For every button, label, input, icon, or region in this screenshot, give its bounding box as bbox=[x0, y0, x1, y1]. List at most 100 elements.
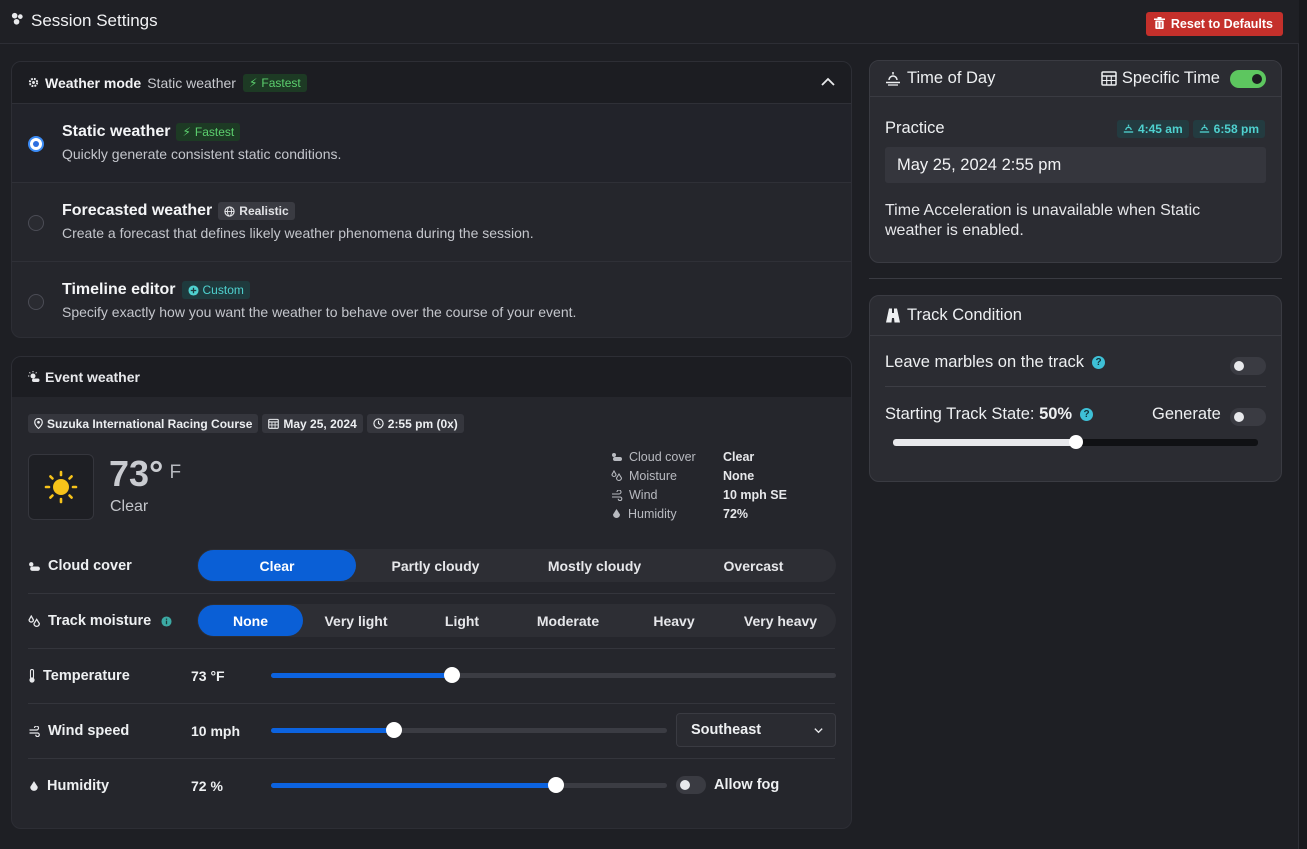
cloud-cover-option[interactable]: Overcast bbox=[674, 550, 833, 581]
track-condition-panel: Track Condition Leave marbles on the tra… bbox=[869, 295, 1282, 482]
sunset-icon bbox=[1199, 124, 1210, 134]
time-acceleration-note: Time Acceleration is unavailable when St… bbox=[885, 202, 1201, 239]
section-divider bbox=[869, 278, 1282, 279]
weather-mode-current: Static weather bbox=[147, 74, 236, 91]
sun-icon bbox=[44, 470, 78, 504]
specific-time-toggle[interactable] bbox=[1230, 69, 1266, 88]
specific-time-label: Specific Time bbox=[1121, 69, 1220, 87]
current-condition: Clear bbox=[110, 498, 149, 515]
allow-fog-label: Allow fog bbox=[714, 777, 780, 793]
static-weather-desc: Quickly generate consistent static condi… bbox=[62, 146, 342, 162]
wind-speed-value: 10 mph bbox=[191, 723, 241, 739]
session-name: Practice bbox=[885, 119, 945, 137]
option-forecasted-weather[interactable]: Forecasted weather Realistic Create a fo… bbox=[12, 182, 851, 261]
sunrise-icon bbox=[885, 71, 901, 86]
cloud-cover-option[interactable]: Partly cloudy bbox=[356, 550, 515, 581]
forecasted-weather-desc: Create a forecast that defines likely we… bbox=[62, 225, 534, 241]
reset-to-defaults-button[interactable]: Reset to Defaults bbox=[1145, 12, 1283, 36]
cloud-cover-label-text: Cloud cover bbox=[48, 558, 132, 574]
stat-cloud-cover-label: Cloud cover bbox=[611, 450, 696, 464]
globe-icon bbox=[224, 205, 235, 217]
track-chip-label: Suzuka International Racing Course bbox=[47, 416, 253, 431]
cloud-cover-option[interactable]: Clear bbox=[198, 550, 356, 581]
datetime-field[interactable]: May 25, 2024 2:55 pm bbox=[885, 147, 1266, 183]
cloud-icon bbox=[611, 452, 623, 462]
wind-speed-slider-fill bbox=[271, 728, 394, 733]
divider bbox=[28, 758, 835, 759]
app-frame: Session Settings Reset to Defaults Weath… bbox=[0, 0, 1299, 849]
track-moisture-option[interactable]: Very light bbox=[303, 605, 409, 636]
stat-cloud-cover-text: Cloud cover bbox=[629, 450, 696, 464]
track-state-row: Starting Track State: 50% ? bbox=[885, 405, 1094, 424]
plus-circle-icon bbox=[187, 284, 199, 296]
forecasted-weather-radio[interactable] bbox=[28, 215, 44, 231]
settings-cluster-icon bbox=[10, 11, 25, 31]
wind-speed-slider-handle[interactable] bbox=[385, 722, 402, 738]
track-moisture-option[interactable]: Moderate bbox=[515, 605, 621, 636]
track-moisture-selector: None Very light Light Moderate Heavy Ver… bbox=[197, 604, 836, 637]
info-icon[interactable] bbox=[161, 615, 172, 627]
timeline-editor-title-text: Timeline editor bbox=[62, 281, 176, 298]
help-icon[interactable]: ? bbox=[1092, 356, 1106, 369]
sunset-time: 6:58 pm bbox=[1213, 122, 1259, 136]
option-timeline-editor[interactable]: Timeline editor Custom Specify exactly h… bbox=[12, 261, 851, 337]
track-moisture-option[interactable]: None bbox=[198, 605, 303, 636]
track-moisture-option[interactable]: Very heavy bbox=[727, 605, 834, 636]
reset-label: Reset to Defaults bbox=[1170, 17, 1273, 31]
generate-toggle[interactable] bbox=[1230, 408, 1266, 426]
timeline-editor-radio[interactable] bbox=[28, 294, 44, 310]
track-state-label-text: Starting Track State: bbox=[885, 405, 1035, 423]
cloud-icon bbox=[28, 561, 41, 572]
droplets-icon bbox=[611, 470, 623, 482]
cloud-cover-option[interactable]: Mostly cloudy bbox=[515, 550, 674, 581]
track-state-slider-handle[interactable] bbox=[1068, 435, 1083, 449]
humidity-slider[interactable] bbox=[271, 777, 667, 793]
temperature-slider[interactable] bbox=[271, 667, 836, 683]
stat-moisture-text: Moisture bbox=[629, 469, 677, 483]
marbles-row: Leave marbles on the track ? bbox=[885, 353, 1106, 372]
chevron-up-icon[interactable] bbox=[820, 74, 836, 93]
temperature-label-text: Temperature bbox=[43, 668, 130, 684]
wind-speed-slider[interactable] bbox=[271, 722, 667, 738]
static-weather-radio[interactable] bbox=[28, 136, 44, 152]
wind-speed-label-text: Wind speed bbox=[48, 723, 130, 739]
track-moisture-option[interactable]: Heavy bbox=[621, 605, 727, 636]
time-chip: 2:55 pm (0x) bbox=[366, 414, 464, 433]
time-of-day-panel: Time of Day Specific Time Practice 4:45 … bbox=[869, 60, 1282, 263]
wind-speed-label: Wind speed bbox=[28, 723, 129, 739]
event-weather-title: Event weather bbox=[45, 369, 140, 385]
option-static-weather[interactable]: Static weather ⚡ Fastest Quickly generat… bbox=[12, 103, 851, 182]
humidity-icon bbox=[28, 780, 40, 793]
thermometer-icon bbox=[28, 669, 36, 683]
stat-moisture-value: None bbox=[723, 469, 755, 483]
allow-fog-toggle[interactable] bbox=[676, 776, 706, 794]
wind-direction-select[interactable]: Southeast bbox=[676, 713, 836, 747]
fastest-badge: ⚡ Fastest bbox=[242, 73, 307, 92]
fastest-badge-label: Fastest bbox=[261, 75, 301, 90]
track-moisture-option[interactable]: Light bbox=[409, 605, 515, 636]
stat-humidity-text: Humidity bbox=[628, 507, 677, 521]
track-state-slider[interactable] bbox=[893, 435, 1258, 449]
wind-icon bbox=[28, 725, 41, 737]
humidity-slider-fill bbox=[271, 783, 557, 788]
cloud-cover-selector: Clear Partly cloudy Mostly cloudy Overca… bbox=[197, 549, 836, 582]
date-chip: May 25, 2024 bbox=[262, 414, 363, 433]
humidity-slider-handle[interactable] bbox=[548, 777, 565, 793]
stat-humidity-label: Humidity bbox=[611, 507, 677, 521]
custom-badge-label: Custom bbox=[202, 283, 244, 297]
humidity-label-text: Humidity bbox=[47, 778, 110, 794]
datetime-value: May 25, 2024 2:55 pm bbox=[897, 155, 1062, 174]
temperature-slider-handle[interactable] bbox=[443, 667, 460, 683]
custom-badge: Custom bbox=[181, 281, 250, 299]
forecasted-weather-title: Forecasted weather Realistic bbox=[62, 202, 851, 220]
sunset-badge: 6:58 pm bbox=[1192, 120, 1265, 138]
divider bbox=[28, 648, 835, 649]
timeline-editor-title: Timeline editor Custom bbox=[62, 281, 851, 299]
weather-mode-header[interactable]: Weather mode Static weather ⚡ Fastest bbox=[12, 62, 851, 103]
page-title: Session Settings bbox=[10, 11, 158, 31]
map-pin-icon bbox=[34, 418, 43, 429]
current-temperature: 73° F bbox=[109, 453, 181, 495]
event-info-chips: Suzuka International Racing Course May 2… bbox=[28, 414, 468, 433]
help-icon[interactable]: ? bbox=[1080, 408, 1094, 421]
marbles-toggle[interactable] bbox=[1230, 357, 1266, 375]
